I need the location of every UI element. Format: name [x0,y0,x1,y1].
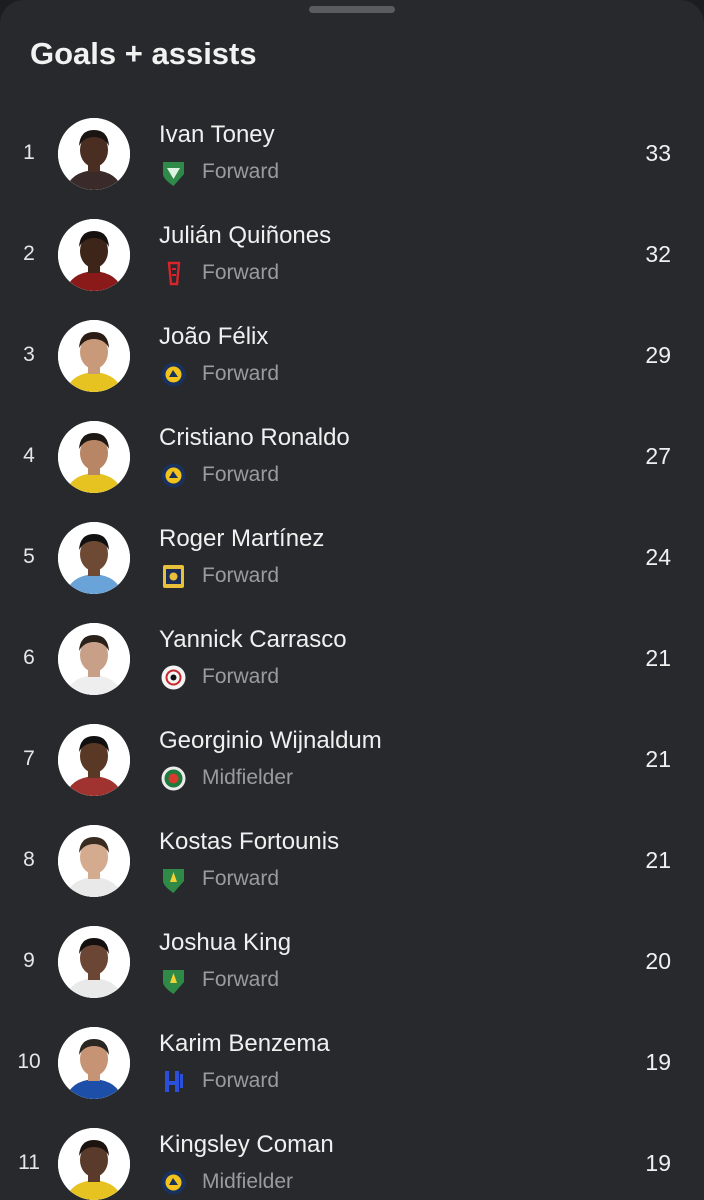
player-avatar [58,421,130,493]
stat-value: 21 [645,746,671,772]
sheet-title: Goals + assists [30,36,257,71]
player-position: Forward [202,564,280,587]
rank-number: 2 [23,242,35,265]
player-position: Midfielder [202,766,294,789]
al-shabab-crest-icon [161,664,186,691]
player-position: Forward [202,867,280,890]
player-row[interactable]: 5 Roger Martínez Forward 24 [0,507,704,608]
al-qadsiah-crest-icon [161,260,186,287]
player-position: Forward [202,362,280,385]
player-name: Kingsley Coman [159,1131,334,1158]
al-khaleej-crest-icon [161,967,186,994]
player-name: Joshua King [159,929,292,956]
player-avatar [58,825,130,897]
player-position: Forward [202,463,280,486]
player-avatar [58,623,130,695]
player-row[interactable]: 3 João Félix Forward 29 [0,305,704,406]
al-ahli-crest-icon [161,159,186,186]
player-position: Forward [202,261,280,284]
al-hilal-crest-icon [161,1068,186,1095]
stats-sheet: Goals + assists 1 Ivan Toney Forward 33 2 Jul… [0,0,704,1200]
rank-number: 6 [23,646,35,669]
al-nassr-crest-icon [161,462,186,489]
stat-value: 20 [645,948,671,974]
player-name: Julián Quiñones [159,222,332,249]
stat-value: 24 [645,544,671,570]
al-khaleej-crest-icon [161,866,186,893]
rank-number: 8 [23,848,35,871]
player-name: Karim Benzema [159,1030,330,1057]
rank-number: 11 [18,1151,40,1174]
al-nassr-crest-icon [161,361,186,388]
rank-number: 9 [23,949,35,972]
player-list: 1 Ivan Toney Forward 33 2 Julián Quiñones Forw… [0,103,704,1200]
stat-value: 27 [645,443,671,469]
player-avatar [58,1027,130,1099]
player-row[interactable]: 9 Joshua King Forward 20 [0,911,704,1012]
stat-value: 19 [645,1049,671,1075]
rank-number: 10 [17,1050,41,1073]
player-name: Kostas Fortounis [159,828,340,855]
al-ettifaq-crest-icon [161,765,186,792]
stat-value: 21 [645,847,671,873]
player-name: Yannick Carrasco [159,626,347,653]
player-name: Georginio Wijnaldum [159,727,382,754]
rank-number: 7 [23,747,35,770]
player-position: Midfielder [202,1170,294,1193]
player-name: João Félix [159,323,269,350]
player-position: Forward [202,665,280,688]
player-position: Forward [202,968,280,991]
rank-number: 4 [23,444,35,467]
player-row[interactable]: 6 Yannick Carrasco Forward 21 [0,608,704,709]
player-row[interactable]: 1 Ivan Toney Forward 33 [0,103,704,204]
player-position: Forward [202,1069,280,1092]
stat-value: 33 [645,140,671,166]
player-avatar [58,118,130,190]
player-avatar [58,522,130,594]
player-name: Cristiano Ronaldo [159,424,350,451]
player-avatar [58,320,130,392]
stat-value: 32 [645,241,671,267]
stat-value: 19 [645,1150,671,1176]
player-position: Forward [202,160,280,183]
rank-number: 3 [23,343,35,366]
drag-handle[interactable] [309,6,395,13]
al-taawoun-crest-icon [161,563,186,590]
player-avatar [58,724,130,796]
rank-number: 5 [23,545,35,568]
player-avatar [58,926,130,998]
player-name: Ivan Toney [159,121,275,148]
player-name: Roger Martínez [159,525,325,552]
stat-value: 29 [645,342,671,368]
al-nassr-crest-icon [161,1169,186,1196]
player-row[interactable]: 7 Georginio Wijnaldum Midfielder 21 [0,709,704,810]
player-row[interactable]: 2 Julián Quiñones Forward 32 [0,204,704,305]
player-avatar [58,219,130,291]
stat-value: 21 [645,645,671,671]
rank-number: 1 [23,141,35,164]
player-row[interactable]: 8 Kostas Fortounis Forward 21 [0,810,704,911]
player-row[interactable]: 4 Cristiano Ronaldo Forward 27 [0,406,704,507]
player-row[interactable]: 11 Kingsley Coman Midfielder 19 [0,1113,704,1200]
player-row[interactable]: 10 Karim Benzema Forward 19 [0,1012,704,1113]
player-avatar [58,1128,130,1200]
